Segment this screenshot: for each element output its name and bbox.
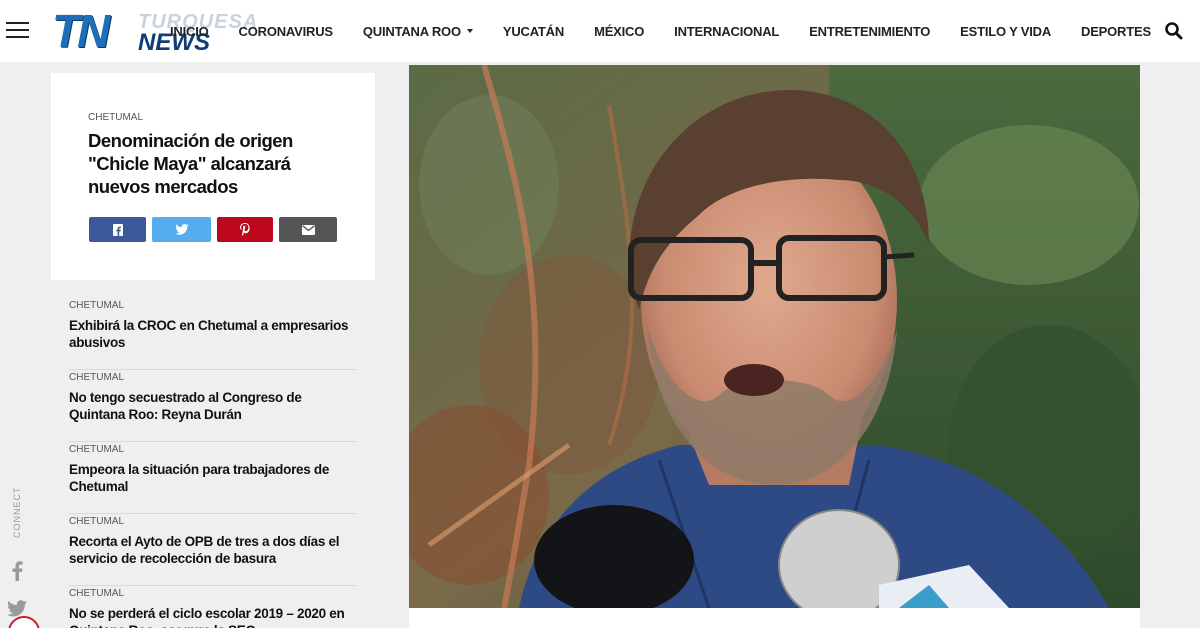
menu-item-quintana-roo[interactable]: QUINTANA ROO: [363, 24, 473, 39]
list-item-title[interactable]: Exhibirá la CROC en Chetumal a empresari…: [69, 317, 349, 351]
menu-item-deportes[interactable]: DEPORTES: [1081, 24, 1151, 39]
list-item-category[interactable]: CHETUMAL: [69, 444, 124, 455]
article-category[interactable]: CHETUMAL: [88, 112, 143, 123]
share-facebook-button[interactable]: [89, 217, 146, 242]
chevron-down-icon: [466, 29, 473, 33]
list-item-category[interactable]: CHETUMAL: [69, 588, 124, 599]
list-item-category[interactable]: CHETUMAL: [69, 372, 124, 383]
list-item[interactable]: CHETUMAL Exhibirá la CROC en Chetumal a …: [69, 298, 356, 370]
article-featured-image: [409, 65, 1140, 608]
article-header-card: CHETUMAL Denominación de origen "Chicle …: [51, 73, 375, 280]
menu-item-internacional[interactable]: INTERNACIONAL: [674, 24, 779, 39]
connect-label: CONNECT: [12, 486, 22, 539]
list-item-title[interactable]: No se perderá el ciclo escolar 2019 – 20…: [69, 605, 349, 628]
menu-item-inicio[interactable]: INICIO: [170, 24, 209, 39]
list-item-title[interactable]: Recorta el Ayto de OPB de tres a dos día…: [69, 533, 349, 567]
list-item[interactable]: CHETUMAL Recorta el Ayto de OPB de tres …: [69, 514, 356, 586]
main-menu: INICIO CORONAVIRUS QUINTANA ROO YUCATÁN …: [170, 0, 1181, 62]
list-item[interactable]: CHETUMAL Empeora la situación para traba…: [69, 442, 356, 514]
menu-item-estilo-y-vida[interactable]: ESTILO Y VIDA: [960, 24, 1051, 39]
top-nav: TN TURQUESA NEWS INICIO CORONAVIRUS QUIN…: [0, 0, 1200, 62]
twitter-icon: [174, 224, 189, 235]
article-title: Denominación de origen "Chicle Maya" alc…: [88, 130, 293, 197]
share-twitter-button[interactable]: [152, 217, 211, 242]
list-item[interactable]: CHETUMAL No tengo secuestrado al Congres…: [69, 370, 356, 442]
menu-item-mexico[interactable]: MÉXICO: [594, 24, 644, 39]
list-item-title[interactable]: No tengo secuestrado al Congreso de Quin…: [69, 389, 349, 423]
list-item-category[interactable]: CHETUMAL: [69, 300, 124, 311]
list-item-title[interactable]: Empeora la situación para trabajadores d…: [69, 461, 349, 495]
share-pinterest-button[interactable]: [217, 217, 273, 242]
hamburger-menu-icon[interactable]: [6, 22, 29, 40]
facebook-icon[interactable]: [10, 561, 24, 581]
email-icon: [301, 224, 315, 235]
menu-item-coronavirus[interactable]: CORONAVIRUS: [239, 24, 334, 39]
search-icon[interactable]: [1164, 21, 1184, 41]
logo-tn: TN: [52, 5, 110, 57]
man-speaking-photo: [409, 65, 1140, 608]
pinterest-icon[interactable]: [8, 616, 40, 628]
menu-item-entretenimiento[interactable]: ENTRETENIMIENTO: [809, 24, 930, 39]
share-email-button[interactable]: [279, 217, 337, 242]
list-item-category[interactable]: CHETUMAL: [69, 516, 124, 527]
facebook-icon: [112, 223, 123, 236]
related-articles-list: CHETUMAL Exhibirá la CROC en Chetumal a …: [69, 298, 356, 628]
list-item[interactable]: CHETUMAL No se perderá el ciclo escolar …: [69, 586, 356, 628]
twitter-icon[interactable]: [7, 600, 27, 617]
article-body-start: [409, 608, 1140, 628]
pinterest-icon: [240, 223, 250, 236]
menu-item-yucatan[interactable]: YUCATÁN: [503, 24, 564, 39]
